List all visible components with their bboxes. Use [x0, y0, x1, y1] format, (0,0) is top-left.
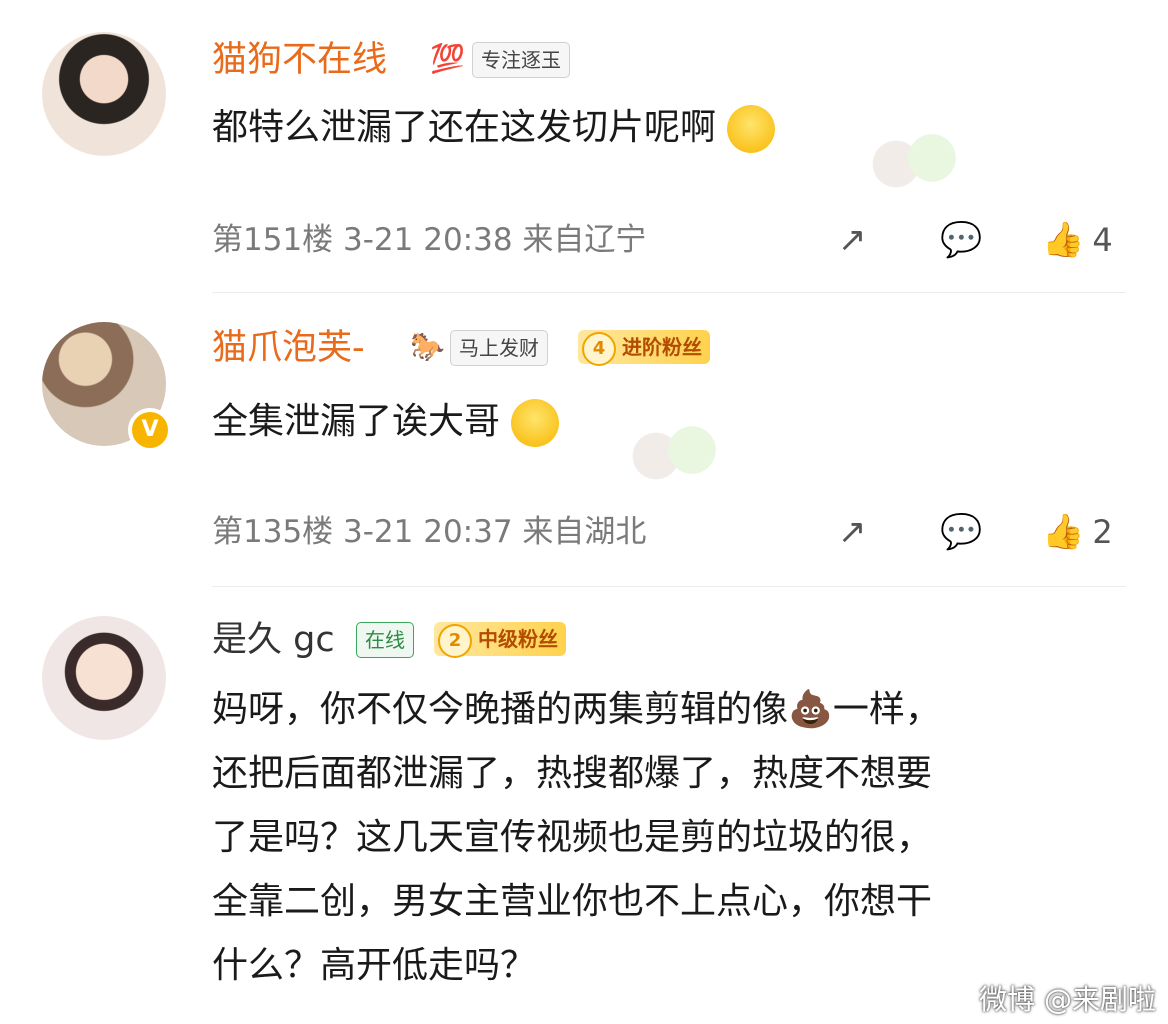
divider [212, 586, 1126, 587]
fan-level-number: 4 [582, 332, 616, 366]
clover-sticker-icon [860, 128, 980, 188]
share-icon[interactable]: ↗ [838, 220, 867, 260]
comment-text-line: 妈呀，你不仅今晚播的两集剪辑的像💩一样， [212, 689, 941, 730]
reply-icon[interactable]: 💬 [940, 512, 982, 552]
comment-text-body: 全集泄漏了诶大哥 [212, 401, 501, 442]
like-button[interactable]: 👍 2 [1042, 512, 1113, 552]
comment-meta: 第151楼 3-21 20:38 来自辽宁 [212, 222, 647, 258]
user-badge[interactable]: 专注逐玉 [472, 42, 570, 78]
comment-meta: 第135楼 3-21 20:37 来自湖北 [212, 514, 647, 550]
fan-level-label: 进阶粉丝 [622, 335, 702, 359]
puppy-sticker-icon [620, 420, 740, 480]
thumbs-up-icon: 👍 [1042, 220, 1085, 260]
user-badge[interactable]: 马上发财 [450, 330, 548, 366]
comment-text-line: 还把后面都泄漏了，热搜都爆了，热度不想要 [212, 753, 933, 794]
avatar[interactable] [42, 32, 166, 156]
username[interactable]: 猫狗不在线 [212, 38, 387, 82]
comment-text-line: 了是吗？这几天宣传视频也是剪的垃圾的很， [212, 817, 933, 858]
avatar[interactable] [42, 616, 166, 740]
verified-icon: V [128, 408, 172, 452]
horse-icon: 🐎 [410, 330, 445, 363]
comment-text-line: 全靠二创，男女主营业你也不上点心，你想干 [212, 881, 933, 922]
online-status-badge: 在线 [356, 622, 414, 658]
fan-level-number: 2 [438, 624, 472, 658]
comment-text: 都特么泄漏了还在这发切片呢啊 [212, 96, 776, 160]
reply-icon[interactable]: 💬 [940, 220, 982, 260]
comment-text: 全集泄漏了诶大哥 [212, 390, 560, 454]
shocked-emoji-icon [511, 399, 560, 447]
fan-level-badge[interactable]: 2 中级粉丝 [434, 622, 566, 658]
comment-text-body: 都特么泄漏了还在这发切片呢啊 [212, 107, 717, 148]
thumbs-up-icon: 👍 [1042, 512, 1085, 552]
divider [212, 292, 1126, 293]
comment-text: 妈呀，你不仅今晚播的两集剪辑的像💩一样， 还把后面都泄漏了，热搜都爆了，热度不想… [212, 678, 941, 998]
username[interactable]: 是久 gc [212, 618, 335, 662]
like-button[interactable]: 👍 4 [1042, 220, 1113, 260]
smile-emoji-icon [727, 105, 776, 153]
share-icon[interactable]: ↗ [838, 512, 867, 552]
like-count: 4 [1092, 221, 1113, 259]
fan-level-label: 中级粉丝 [478, 627, 558, 651]
like-count: 2 [1092, 513, 1113, 551]
watermark: 微博 @来剧啦 [979, 983, 1156, 1016]
hundred-icon: 💯 [430, 42, 465, 75]
fan-level-badge[interactable]: 4 进阶粉丝 [578, 330, 710, 366]
username[interactable]: 猫爪泡芙- [212, 326, 365, 370]
comment-text-line: 什么？高开低走吗？ [212, 945, 537, 986]
